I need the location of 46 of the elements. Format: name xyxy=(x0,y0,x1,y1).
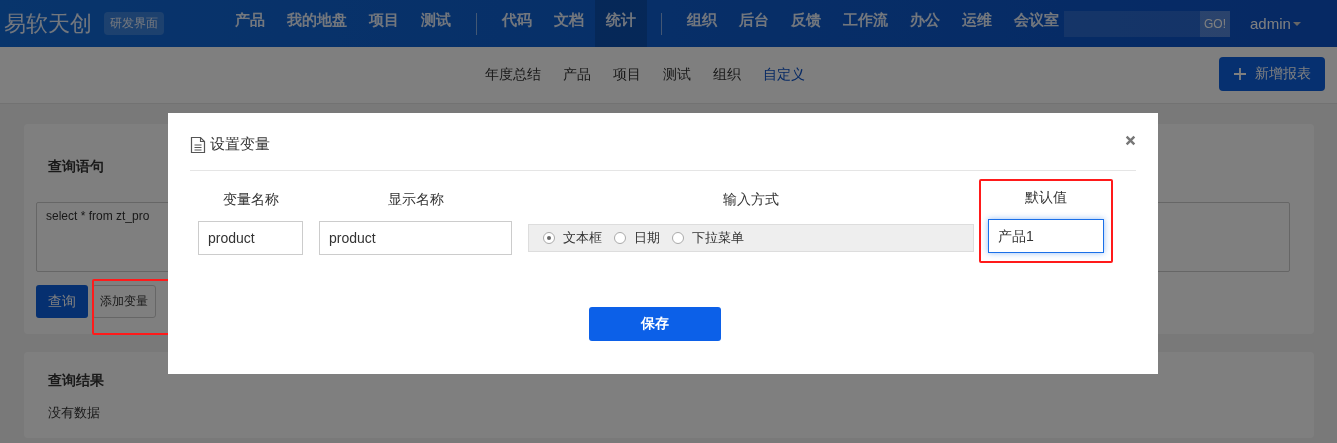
document-icon xyxy=(190,135,206,154)
display-name-field[interactable]: product xyxy=(319,221,512,255)
column-label: 变量名称 xyxy=(222,191,279,209)
radio-button[interactable] xyxy=(672,232,684,244)
nav-item[interactable]: 运维 xyxy=(951,0,1003,47)
default-value-field[interactable]: 产品1 xyxy=(988,219,1104,253)
empty-text: 没有数据 xyxy=(48,404,101,422)
logo-text: 易软天创 xyxy=(4,9,92,38)
nav-item[interactable]: 产品 xyxy=(224,0,276,47)
radio-button[interactable] xyxy=(614,232,626,244)
add-variable-button[interactable]: 添加变量 xyxy=(92,285,156,318)
subnav-item[interactable]: 年度总结 xyxy=(474,66,552,84)
add-report-button[interactable]: 新增报表 xyxy=(1219,57,1325,91)
subnav-item[interactable]: 组织 xyxy=(702,66,752,84)
subnav-item[interactable]: 项目 xyxy=(602,66,652,84)
caret-icon xyxy=(1292,21,1301,26)
subnav-item[interactable]: 产品 xyxy=(552,66,602,84)
column-label: 输入方式 xyxy=(723,191,779,209)
nav-item[interactable]: 后台 xyxy=(728,0,780,47)
close-icon[interactable] xyxy=(1125,135,1136,146)
nav-item[interactable]: 会议室 xyxy=(1003,0,1070,47)
panel-title: 查询语句 xyxy=(48,158,105,176)
radio-label: 日期 xyxy=(634,229,660,247)
radio-button[interactable] xyxy=(543,232,555,244)
column-label: 默认值 xyxy=(1025,189,1067,207)
dialog-title: 设置变量 xyxy=(210,135,270,154)
nav-item[interactable]: 项目 xyxy=(358,0,410,47)
variable-name-field[interactable]: product xyxy=(198,221,303,255)
nav-item[interactable]: 代码 xyxy=(491,0,543,47)
user-menu[interactable]: admin xyxy=(1250,15,1301,32)
nav-item[interactable]: 工作流 xyxy=(832,0,899,47)
nav-item[interactable]: 办公 xyxy=(899,0,951,47)
radio-label: 文本框 xyxy=(563,229,602,247)
nav-item[interactable]: 组织 xyxy=(676,0,728,47)
column-label: 显示名称 xyxy=(387,191,444,209)
subnav-item[interactable]: 测试 xyxy=(652,66,702,84)
subnav-item[interactable]: 自定义 xyxy=(752,66,816,84)
nav-item[interactable]: 文档 xyxy=(543,0,595,47)
query-button[interactable]: 查询 xyxy=(36,285,88,318)
plus-icon xyxy=(1233,67,1247,81)
nav-item[interactable]: 我的地盘 xyxy=(276,0,358,47)
nav-item[interactable]: 测试 xyxy=(410,0,462,47)
save-button[interactable]: 保存 xyxy=(589,307,721,341)
radio-label: 下拉菜单 xyxy=(692,229,744,247)
nav-item[interactable]: 反馈 xyxy=(780,0,832,47)
panel-title: 查询结果 xyxy=(48,372,105,390)
